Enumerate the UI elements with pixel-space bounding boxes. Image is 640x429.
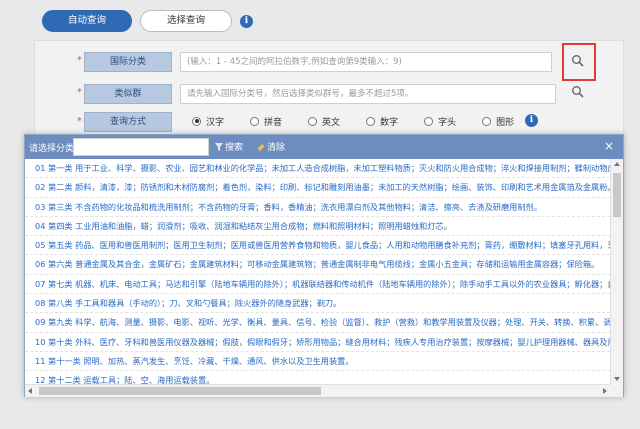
search-icon[interactable] bbox=[571, 85, 585, 99]
scroll-thumb[interactable] bbox=[613, 173, 621, 217]
radio-button[interactable] bbox=[366, 116, 376, 126]
tab-auto-query[interactable]: 自动查询 bbox=[42, 10, 132, 32]
category-item[interactable]: 08 第八类 手工具和器具（手动的）；刀、叉和勺餐具；除火器外的随身武器；剃刀。 bbox=[25, 294, 610, 314]
radio-button[interactable] bbox=[250, 116, 260, 126]
scroll-right-arrow-icon[interactable] bbox=[603, 388, 607, 394]
method-option-english[interactable]: 英文 bbox=[308, 115, 340, 128]
dialog-title: 请选择分类 bbox=[29, 144, 75, 154]
category-item[interactable]: 03 第三类 不含药物的化妆品和梳洗用制剂；不含药物的牙膏；香料，香精油；洗衣用… bbox=[25, 198, 610, 217]
category-item[interactable]: 06 第六类 普通金属及其合金，金属矿石；金属建筑材料；可移动金属建筑物；普通金… bbox=[25, 255, 610, 275]
clear-button[interactable]: 清除 bbox=[257, 140, 285, 153]
radio-button[interactable] bbox=[192, 116, 201, 126]
category-search-input[interactable] bbox=[73, 138, 209, 156]
required-marker: * bbox=[77, 87, 82, 98]
scrollbar-corner bbox=[610, 384, 623, 397]
method-label: 汉字 bbox=[206, 117, 225, 128]
radio-button[interactable] bbox=[424, 116, 434, 126]
method-label: 英文 bbox=[322, 117, 341, 128]
scroll-left-arrow-icon[interactable] bbox=[28, 388, 32, 394]
query-method-label: 查询方式 bbox=[84, 112, 172, 132]
category-item[interactable]: 09 第九类 科学、航海、测量、摄影、电影、视听、光学、衡具、量具、信号、检验（… bbox=[25, 313, 610, 333]
search-button[interactable]: 搜索 bbox=[215, 140, 243, 153]
eraser-icon bbox=[258, 143, 265, 150]
method-label: 数字 bbox=[380, 117, 399, 128]
search-button-label: 搜索 bbox=[225, 143, 244, 153]
horizontal-scrollbar[interactable] bbox=[25, 384, 610, 397]
category-item[interactable]: 07 第七类 机器、机床、电动工具；马达和引擎（陆地车辆用的除外）；机器联结器和… bbox=[25, 275, 610, 295]
radio-button[interactable] bbox=[308, 116, 318, 126]
scroll-down-arrow-icon[interactable] bbox=[614, 377, 620, 381]
category-item[interactable]: 12 第十二类 运载工具；陆、空、海用运载装置。 bbox=[25, 371, 610, 384]
clear-button-label: 清除 bbox=[267, 143, 286, 153]
category-item[interactable]: 10 第十类 外科、医疗、牙科和兽医用仪器及器械；假肢，假眼和假牙；矫形用物品；… bbox=[25, 333, 610, 352]
required-marker: * bbox=[77, 55, 82, 66]
category-item[interactable]: 04 第四类 工业用油和油脂，蜡；润滑剂；吸收、润湿和粘结灰尘用合成物；燃料和照… bbox=[25, 217, 610, 237]
method-option-graphic[interactable]: 图形 bbox=[482, 115, 514, 128]
method-label: 拼音 bbox=[264, 117, 283, 128]
category-select-dialog: 请选择分类 搜索 清除 × 01 第一类 用于工业、科学、摄影、农业、园艺和林业… bbox=[24, 134, 624, 397]
category-item[interactable]: 05 第五类 药品、医用和兽医用制剂；医用卫生制剂；医用或兽医用营养食物和物质，… bbox=[25, 236, 610, 256]
query-method-options: 汉字 拼音 英文 数字 字头 图形 bbox=[192, 114, 540, 128]
category-item[interactable]: 11 第十一类 照明、加热、蒸汽发生、烹饪、冷藏、干燥、通风、供水以及卫生用装置… bbox=[25, 352, 610, 372]
similar-group-input[interactable]: 请先输入国际分类号，然后选择类似群号，最多不超过5项。 bbox=[180, 84, 556, 104]
tab-manual-query[interactable]: 选择查询 bbox=[140, 10, 232, 32]
scroll-thumb[interactable] bbox=[39, 387, 321, 395]
method-option-hanzi[interactable]: 汉字 bbox=[192, 115, 224, 128]
radio-button[interactable] bbox=[482, 116, 492, 126]
similar-group-label: 类似群 bbox=[84, 84, 172, 104]
info-icon[interactable]: i bbox=[240, 15, 253, 28]
method-label: 图形 bbox=[496, 117, 515, 128]
intl-class-input[interactable]: (输入：1 - 45之间的阿拉伯数字,例如查询第9类输入：9) bbox=[180, 52, 552, 72]
category-item[interactable]: 02 第二类 颜料，清漆，漆；防锈剂和木材防腐剂；着色剂，染料；印刷、标记和雕刻… bbox=[25, 178, 610, 198]
dialog-header: 请选择分类 搜索 清除 × bbox=[25, 135, 623, 159]
category-list: 01 第一类 用于工业、科学、摄影、农业、园艺和林业的化学品；未加工人造合成树脂… bbox=[25, 159, 610, 384]
filter-icon bbox=[215, 142, 223, 151]
method-option-initial[interactable]: 字头 bbox=[424, 115, 456, 128]
scroll-up-arrow-icon[interactable] bbox=[614, 162, 620, 166]
method-option-number[interactable]: 数字 bbox=[366, 115, 398, 128]
info-icon[interactable]: i bbox=[525, 114, 538, 127]
required-marker: * bbox=[77, 116, 82, 127]
vertical-scrollbar[interactable] bbox=[610, 159, 623, 384]
method-label: 字头 bbox=[438, 117, 457, 128]
category-item[interactable]: 01 第一类 用于工业、科学、摄影、农业、园艺和林业的化学品；未加工人造合成树脂… bbox=[25, 159, 610, 179]
method-option-pinyin[interactable]: 拼音 bbox=[250, 115, 282, 128]
highlight-annotation bbox=[562, 43, 596, 81]
intl-class-label: 国际分类 bbox=[84, 52, 172, 72]
close-icon[interactable]: × bbox=[604, 139, 614, 153]
